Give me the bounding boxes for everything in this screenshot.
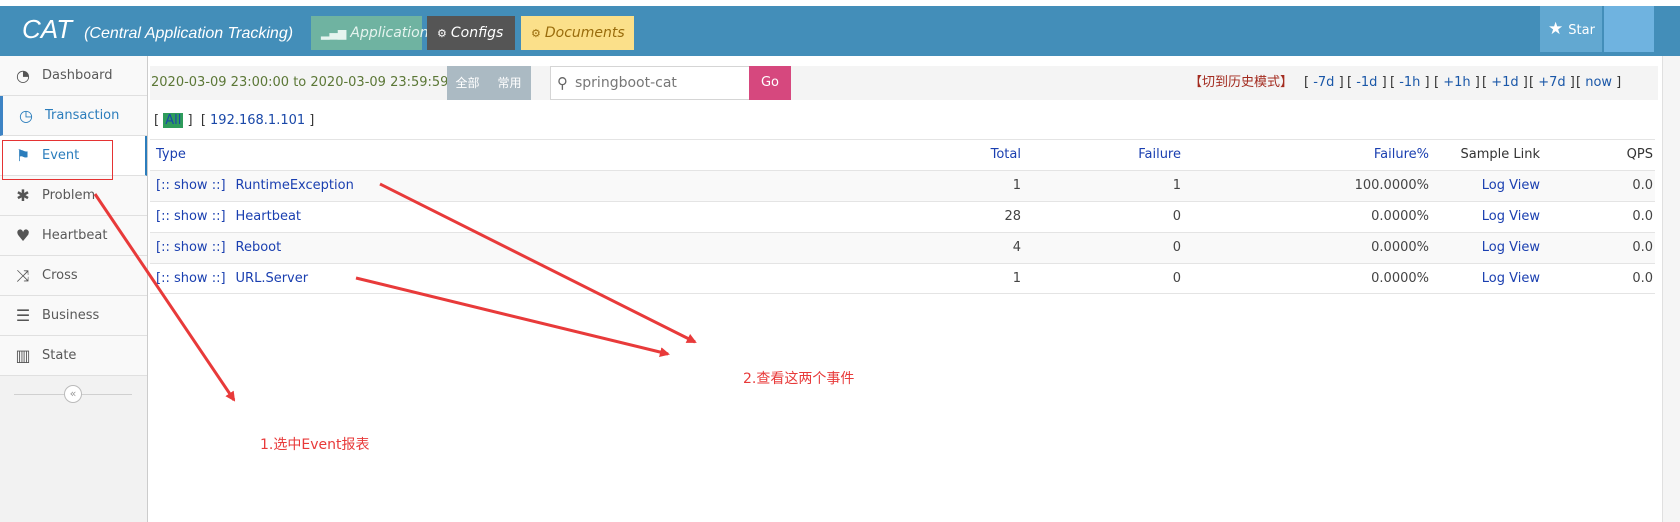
annotation-note-2: 2.查看这两个事件 [743, 371, 855, 387]
annotation-note-1: 1.选中Event报表 [260, 437, 370, 453]
annotation-arrow-runtime [379, 182, 697, 344]
annotation-arrows [93, 182, 697, 402]
annotation-arrow-event [93, 193, 236, 402]
annotation-arrow-url [355, 276, 670, 357]
